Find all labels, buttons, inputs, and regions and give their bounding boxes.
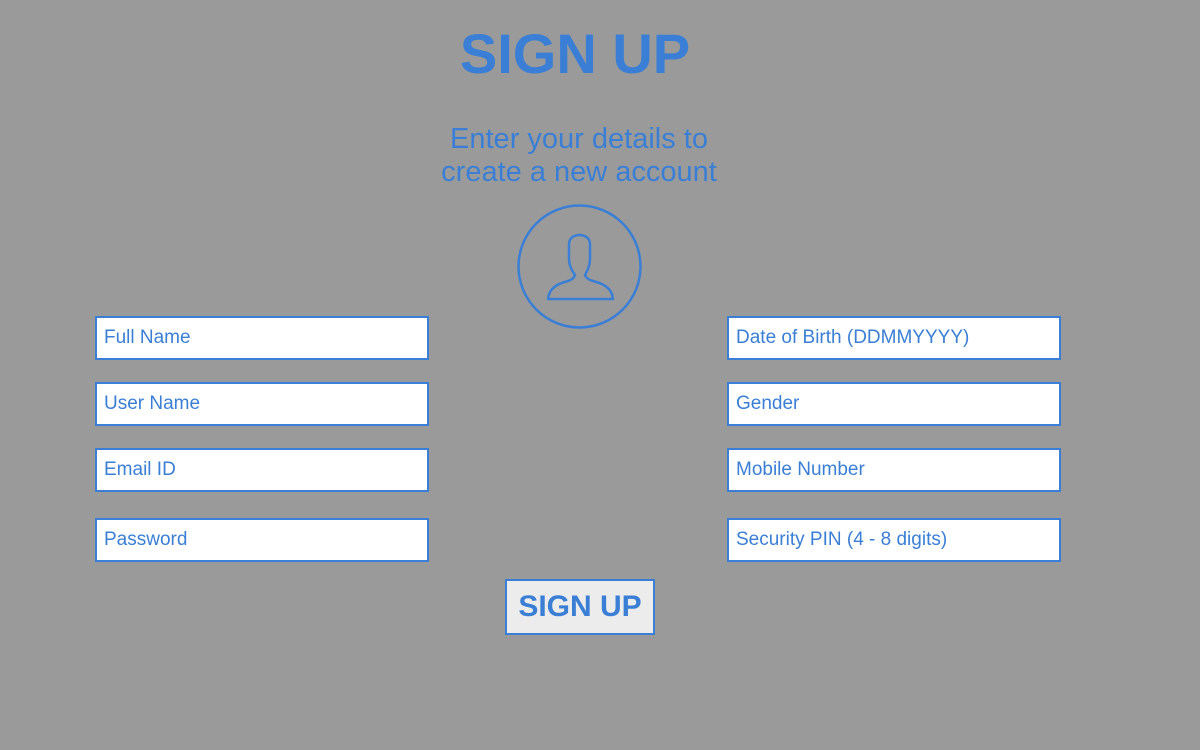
mobile-number-field[interactable] xyxy=(727,448,1061,492)
subtitle-line-2: create a new account xyxy=(441,156,717,188)
user-name-field[interactable] xyxy=(95,382,429,426)
subtitle-line-1: Enter your details to xyxy=(450,123,708,155)
gender-field[interactable] xyxy=(727,382,1061,426)
user-avatar-icon xyxy=(517,204,642,329)
date-of-birth-field[interactable] xyxy=(727,316,1061,360)
password-field[interactable] xyxy=(95,518,429,562)
sign-up-button[interactable]: SIGN UP xyxy=(505,579,655,635)
full-name-field[interactable] xyxy=(95,316,429,360)
security-pin-field[interactable] xyxy=(727,518,1061,562)
user-silhouette-icon xyxy=(546,233,615,301)
email-field[interactable] xyxy=(95,448,429,492)
page-title: SIGN UP xyxy=(459,22,691,85)
page-subtitle: Enter your details to create a new accou… xyxy=(379,123,779,189)
